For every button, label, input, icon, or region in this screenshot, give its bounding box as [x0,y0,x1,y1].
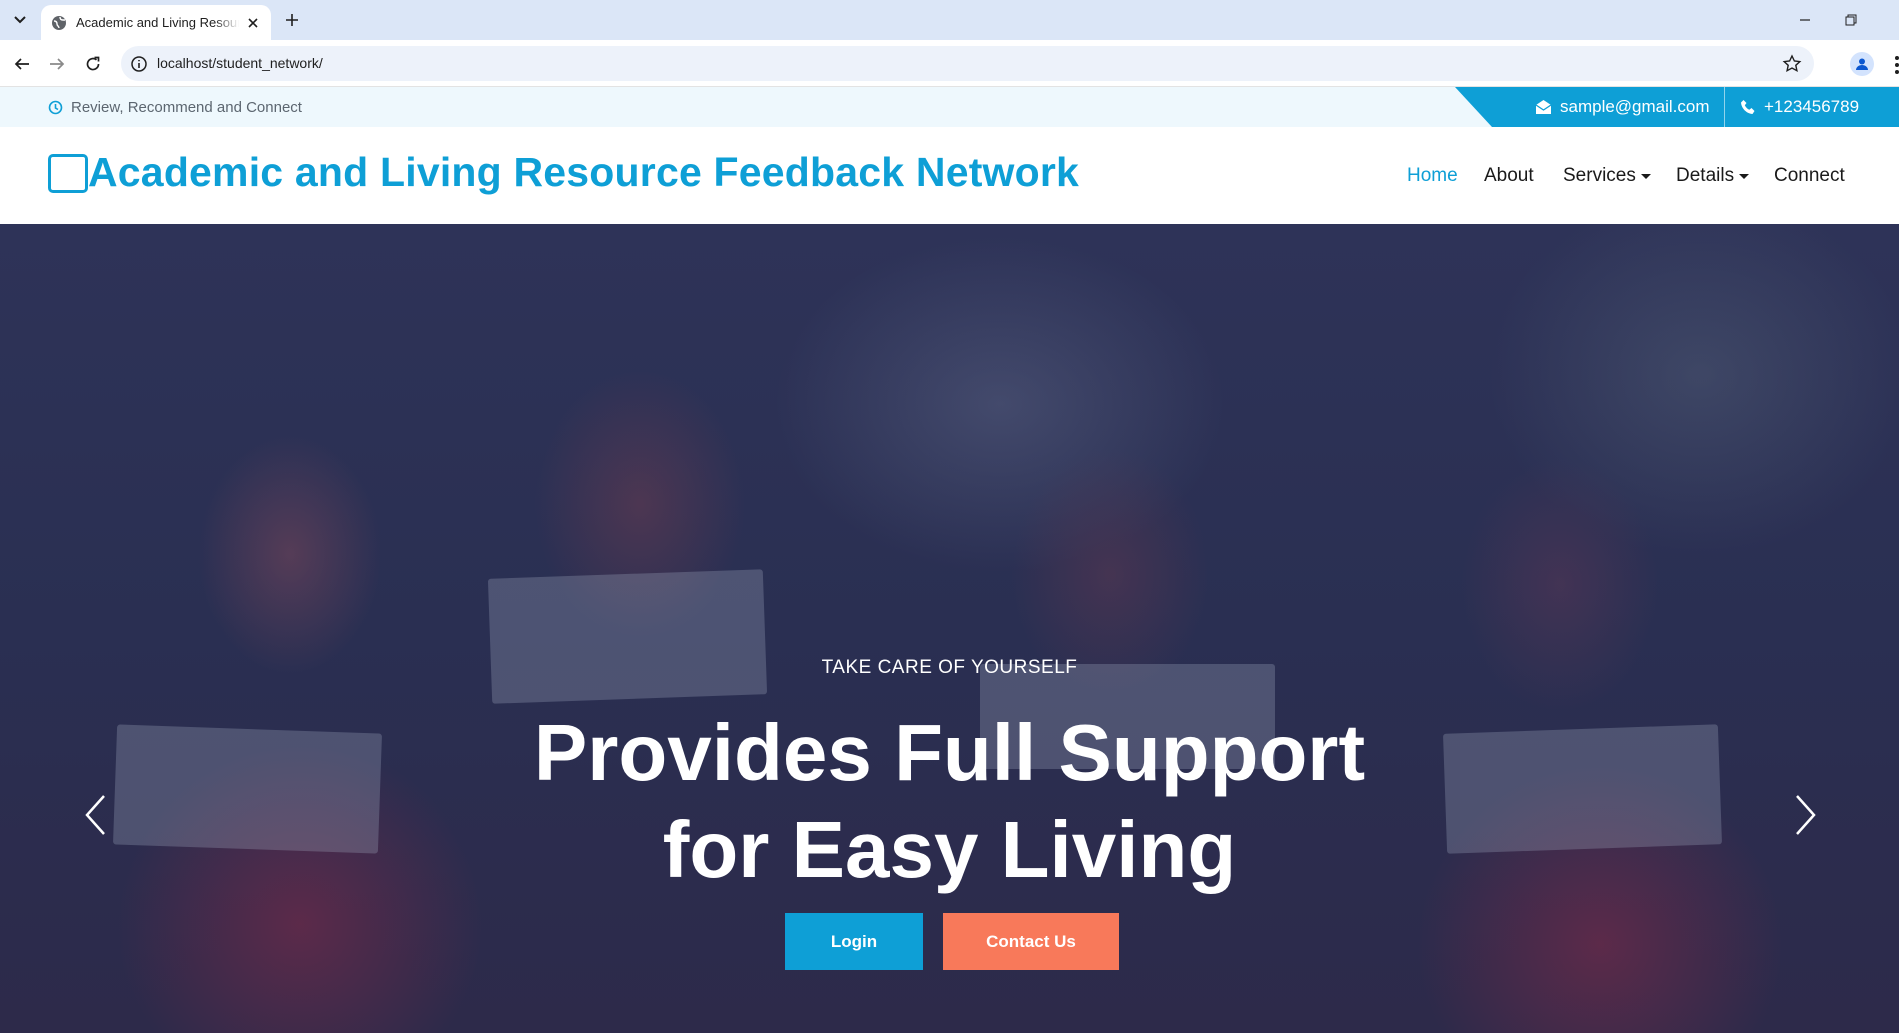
minimize-icon [1800,19,1810,21]
tab-title: Academic and Living Resource Feedback Ne… [76,15,239,30]
new-tab-button[interactable] [281,9,303,31]
profile-button[interactable] [1850,52,1874,76]
nav-details-label: Details [1676,164,1735,186]
more-vert-icon[interactable] [1891,54,1899,76]
hero-title-line-2: for Easy Living [662,805,1237,894]
login-button[interactable]: Login [785,913,923,970]
nav-connect-label: Connect [1774,164,1845,186]
phone-icon [1741,100,1755,114]
browser-tab[interactable]: Academic and Living Resource Feedback Ne… [41,5,271,40]
url-text[interactable]: localhost/student_network/ [157,46,323,81]
hero-subtitle: TAKE CARE OF YOURSELF [821,657,1078,678]
plus-icon [286,14,298,26]
background-sign [487,569,768,704]
top-info-bar: Review, Recommend and Connect sample@gma… [0,87,1899,127]
globe-icon [52,15,66,30]
restore-button[interactable] [1840,10,1862,30]
browser-tab-bar: Academic and Living Resource Feedback Ne… [0,0,1899,40]
restore-icon [1845,14,1857,26]
back-button[interactable] [10,52,34,76]
address-bar[interactable]: localhost/student_network/ [121,46,1814,81]
envelope-open-icon [1535,100,1552,114]
arrow-left-icon [14,58,29,70]
site-title[interactable]: Academic and Living Resource Feedback Ne… [88,149,1079,196]
hero-carousel: TAKE CARE OF YOURSELF Provides Full Supp… [0,224,1899,1033]
minimize-button[interactable] [1794,10,1816,30]
bookmark-star-icon[interactable] [1782,54,1802,74]
nav-services-label: Services [1563,164,1636,186]
forward-button[interactable] [45,52,69,76]
caret-down-icon [1739,174,1750,179]
caret-down-icon [1640,174,1651,179]
tagline: Review, Recommend and Connect [48,87,302,127]
nav-home-label: Home [1407,164,1458,186]
info-icon[interactable] [130,55,148,73]
contact-divider [1724,87,1725,127]
nav-about[interactable]: About [1484,127,1534,224]
clock-icon [48,100,63,114]
nav-connect[interactable]: Connect [1774,127,1845,224]
reload-button[interactable] [81,52,105,76]
email-text: sample@gmail.com [1560,97,1710,116]
tab-search-button[interactable] [6,8,34,32]
nav-about-label: About [1484,164,1534,186]
phone-text: +123456789 [1764,97,1860,116]
phone-link[interactable]: +123456789 [1740,87,1859,127]
hero-title-line-1: Provides Full Support [533,708,1366,797]
person-icon [1856,58,1868,70]
tagline-text: Review, Recommend and Connect [71,98,302,116]
hero-title: Provides Full Support for Easy Living [0,704,1899,898]
browser-toolbar: localhost/student_network/ [0,40,1899,87]
arrow-right-icon [50,58,65,70]
nav-services[interactable]: Services [1563,127,1651,224]
close-icon[interactable] [245,15,261,31]
site-header: Academic and Living Resource Feedback Ne… [0,127,1899,224]
nav-details[interactable]: Details [1676,127,1750,224]
nav-home[interactable]: Home [1407,127,1458,224]
logo-icon[interactable] [48,154,88,193]
email-link[interactable]: sample@gmail.com [1535,87,1710,127]
reload-icon [86,56,100,71]
contact-us-button[interactable]: Contact Us [943,913,1119,970]
chevron-down-icon [14,16,26,24]
